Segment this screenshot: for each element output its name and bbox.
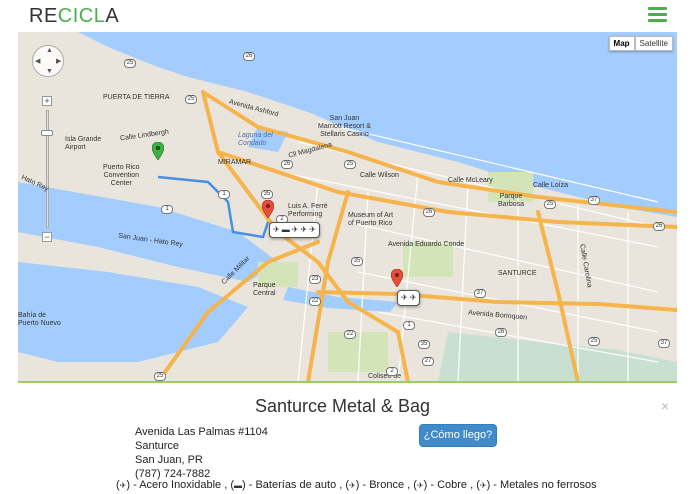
address-line: Avenida Las Palmas #1104	[135, 426, 268, 438]
bronze-icon: ✈	[401, 293, 408, 302]
pan-up-icon[interactable]: ▲	[46, 47, 53, 54]
hamburger-icon[interactable]	[648, 7, 667, 23]
map-label: Calle Wilson	[360, 172, 399, 179]
satellite-button[interactable]: Satellite	[634, 36, 673, 51]
materials-marker-box[interactable]: ✈ ✈	[397, 290, 421, 306]
top-bar: RECICLA	[0, 0, 695, 32]
road-shield: 26	[423, 208, 435, 217]
red-location-pin-icon[interactable]	[262, 200, 274, 218]
map-label: Isla Grande Airport	[65, 136, 102, 151]
map-label: PUERTA DE TIERRA	[103, 94, 170, 101]
road-shield: 27	[422, 357, 434, 366]
pan-left-icon[interactable]: ◀	[35, 57, 40, 65]
road-shield: 1	[403, 321, 415, 330]
recicla-logo[interactable]: RECICLA	[29, 5, 119, 28]
address-line: Santurce	[135, 440, 180, 452]
map-label: Luis A. Ferré Performing	[288, 203, 328, 218]
directions-button[interactable]: ¿Cómo llego?	[419, 424, 497, 447]
road-shield: 22	[344, 330, 356, 339]
map-type-switch: Map Satellite	[608, 36, 673, 51]
road-shield: 1	[218, 190, 230, 199]
non-ferrous-metal-icon: ✈	[479, 481, 487, 490]
road-shield: 25	[588, 337, 600, 346]
road-shield: 35	[261, 190, 273, 199]
road-shield: 26	[281, 160, 293, 169]
pan-right-icon[interactable]: ▶	[56, 57, 61, 65]
copper-icon: ✈	[300, 225, 308, 234]
map-label: Calle Loíza	[533, 182, 569, 189]
map-label: San Juan Marriott Resort & Stellaris Cas…	[318, 115, 371, 138]
location-title: Santurce Metal & Bag	[254, 396, 431, 416]
logo-part1: RE	[29, 5, 58, 27]
map-label: Museum of Art of Puerto Rico	[348, 212, 394, 227]
road-shield: 35	[351, 257, 363, 266]
map-label: Parque Central	[253, 282, 276, 297]
zoom-slider-handle[interactable]	[41, 130, 53, 136]
material-label: Bronce	[369, 479, 405, 491]
copper-icon: ✈	[416, 481, 424, 490]
map-bottom-border	[18, 381, 677, 383]
road-shield: 25	[185, 95, 197, 104]
road-shield: 25	[124, 59, 136, 68]
road-shield: 26	[495, 328, 507, 337]
stainless-steel-icon: ✈	[273, 225, 280, 234]
map-label: Parque Barbosa	[498, 193, 525, 208]
stainless-steel-icon: ✈	[119, 481, 127, 490]
zoom-in-button[interactable]: +	[42, 96, 52, 106]
green-location-pin-icon[interactable]	[152, 142, 164, 160]
road-shield: 25	[154, 372, 166, 381]
map-label: Avenida Eduardo Conde	[388, 241, 465, 248]
map-label: Bahía de Puerto Nuevo	[18, 312, 61, 327]
materials-marker-box[interactable]: ✈ ▬ ✈ ✈ ✈	[269, 222, 320, 238]
address-line: San Juan, PR	[135, 454, 203, 466]
zoom-out-button[interactable]: −	[42, 232, 52, 242]
pan-down-icon[interactable]: ▼	[46, 68, 53, 75]
road-shield: 35	[418, 340, 430, 349]
materials-list: (✈) - Acero Inoxidable , (▬) - Baterías …	[116, 479, 597, 491]
road-shield: 26	[653, 222, 665, 231]
car-battery-icon: ▬	[234, 481, 243, 490]
map-label: Laguna del Condado	[238, 132, 273, 147]
logo-part2: CICL	[57, 5, 106, 27]
road-shield: 25	[344, 160, 356, 169]
zoom-slider[interactable]	[46, 110, 49, 228]
map-label: Puerto Rico Convention Center	[103, 164, 140, 187]
logo-part3: A	[105, 5, 120, 27]
page: RECICLA Map Satellite ▲ ▼ ◀ ▶ + − Avenid…	[0, 0, 695, 494]
non-ferrous-metal-icon: ✈	[409, 293, 417, 302]
road-shield: 26	[243, 52, 255, 61]
map-label: Calle McLeary	[448, 177, 493, 184]
bronze-icon: ✈	[349, 481, 356, 490]
road-shield: 25	[544, 200, 556, 209]
map-button[interactable]: Map	[608, 36, 635, 51]
map-label: MIRAMAR	[218, 159, 252, 166]
bronze-icon: ✈	[291, 225, 299, 234]
pan-control[interactable]: ▲ ▼ ◀ ▶	[32, 45, 64, 77]
material-label: Acero Inoxidable	[139, 479, 222, 491]
non-ferrous-metal-icon: ✈	[309, 225, 316, 234]
road-shield: 37	[588, 196, 600, 205]
road-shield: 2	[386, 367, 398, 376]
road-shield: 37	[658, 339, 670, 348]
road-shield: 22	[309, 297, 321, 306]
road-shield: 1	[161, 205, 173, 214]
map-view[interactable]: Map Satellite ▲ ▼ ◀ ▶ + − Avenida Ashfor…	[18, 32, 677, 382]
road-shield: 23	[309, 275, 321, 284]
road-shield: 37	[474, 289, 486, 298]
red-location-pin-icon[interactable]	[391, 269, 403, 287]
material-label: Baterías de auto	[255, 479, 337, 491]
material-label: Cobre	[437, 479, 468, 491]
car-battery-icon: ▬	[281, 225, 290, 234]
map-label: SANTURCE	[498, 270, 537, 277]
material-label: Metales no ferrosos	[500, 479, 597, 491]
